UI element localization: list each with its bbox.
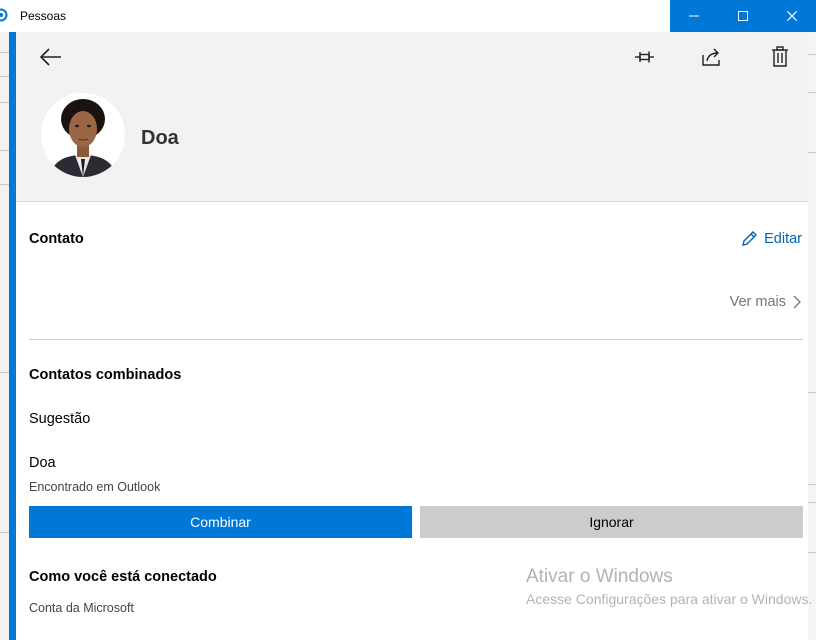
pencil-icon [742, 231, 758, 246]
combine-button[interactable]: Combinar [29, 506, 412, 538]
ignore-label: Ignorar [589, 514, 634, 530]
combine-label: Combinar [190, 514, 251, 530]
contact-name: Doa [141, 127, 179, 149]
section-divider [29, 339, 803, 340]
minimize-button[interactable] [670, 0, 719, 32]
delete-button[interactable] [767, 44, 793, 70]
close-icon [786, 11, 797, 21]
contact-section-title: Contato [29, 231, 84, 247]
linked-contacts-title: Contatos combinados [29, 367, 182, 383]
chevron-right-icon [793, 295, 801, 309]
trash-icon [772, 46, 788, 67]
share-button[interactable] [699, 44, 725, 70]
window-controls [670, 0, 816, 32]
activation-message: Acesse Configurações para ativar o Windo… [526, 591, 813, 607]
maximize-icon [737, 11, 748, 21]
avatar [41, 93, 125, 177]
back-button[interactable] [38, 44, 64, 70]
edit-button[interactable]: Editar [740, 230, 802, 248]
contact-photo [41, 93, 125, 177]
accent-bar [9, 32, 16, 640]
maximize-button[interactable] [719, 0, 768, 32]
contact-details: Contato Editar Ver mais Contatos combina… [16, 202, 812, 640]
title-bar: Pessoas [0, 0, 816, 32]
minimize-icon [689, 15, 700, 17]
activation-watermark: Ativar o Windows Acesse Configurações pa… [526, 566, 812, 607]
app-icon [0, 8, 8, 22]
suggestion-label: Sugestão [29, 411, 91, 427]
see-more-link[interactable]: Ver mais [730, 294, 802, 310]
suggestion-source: Encontrado em Outlook [29, 480, 161, 494]
activation-title: Ativar o Windows [526, 566, 673, 587]
close-button[interactable] [767, 0, 816, 32]
connection-section-title: Como você está conectado [29, 569, 217, 585]
see-more-label: Ver mais [729, 294, 786, 310]
window-title: Pessoas [20, 9, 67, 23]
microsoft-account-label: Conta da Microsoft [29, 601, 134, 615]
pin-icon [635, 51, 654, 63]
suggestion-name: Doa [29, 455, 56, 471]
pin-button[interactable] [632, 44, 658, 70]
background-window-right [808, 32, 816, 640]
arrow-left-icon [39, 48, 61, 66]
edit-label: Editar [764, 231, 802, 247]
contact-header: Doa [16, 32, 808, 202]
background-window-left [0, 32, 9, 640]
ignore-button[interactable]: Ignorar [420, 506, 803, 538]
share-icon [702, 48, 720, 66]
